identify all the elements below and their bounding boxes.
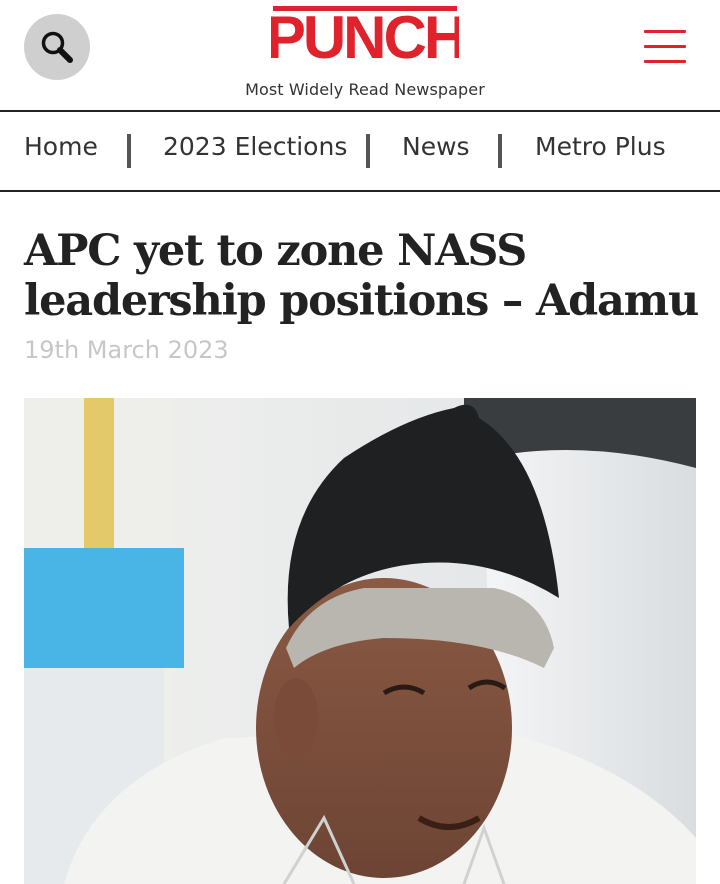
nav-divider	[498, 134, 502, 168]
search-button[interactable]	[24, 14, 90, 80]
article-date: 19th March 2023	[24, 336, 229, 364]
nav-item-2023-elections[interactable]: 2023 Elections	[163, 132, 347, 161]
site-tagline: Most Widely Read Newspaper	[245, 80, 485, 99]
nav-divider	[127, 134, 131, 168]
svg-text:PUNCH: PUNCH	[271, 6, 459, 64]
menu-button[interactable]	[644, 28, 688, 66]
nav-divider	[366, 134, 370, 168]
nav-item-news[interactable]: News	[402, 132, 470, 161]
site-header: PUNCH Most Widely Read Newspaper	[0, 0, 720, 112]
article-image	[24, 398, 696, 884]
search-icon	[41, 31, 73, 63]
nav-item-metro-plus[interactable]: Metro Plus	[535, 132, 666, 161]
nav-item-home[interactable]: Home	[24, 132, 98, 161]
article-title: APC yet to zone NASS leadership position…	[24, 226, 699, 326]
main-nav: Home 2023 Elections News Metro Plus	[0, 112, 720, 192]
logo-link[interactable]: PUNCH Most Widely Read Newspaper	[240, 6, 490, 99]
punch-logo: PUNCH	[271, 6, 459, 64]
hamburger-menu-icon	[644, 30, 686, 33]
